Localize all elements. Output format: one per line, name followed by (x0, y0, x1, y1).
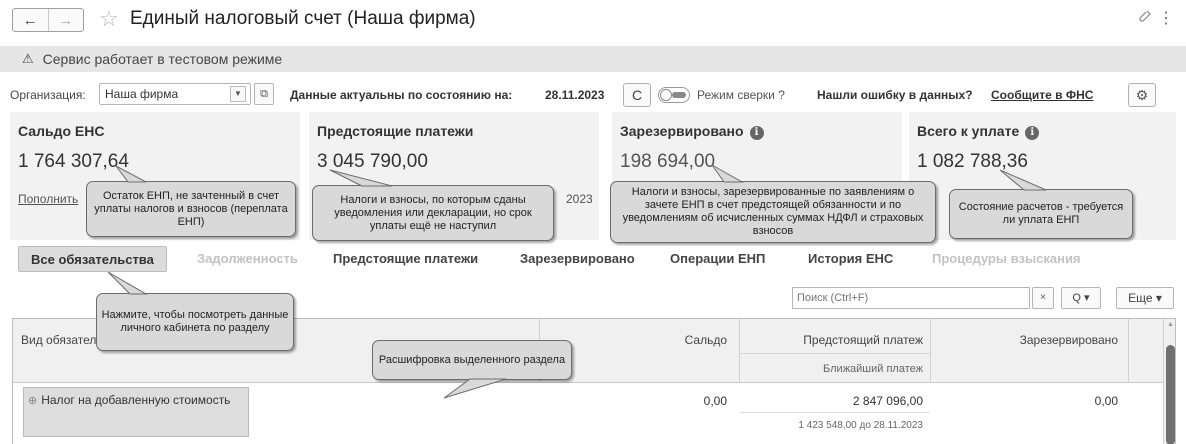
callout-pointers (107, 164, 1047, 399)
